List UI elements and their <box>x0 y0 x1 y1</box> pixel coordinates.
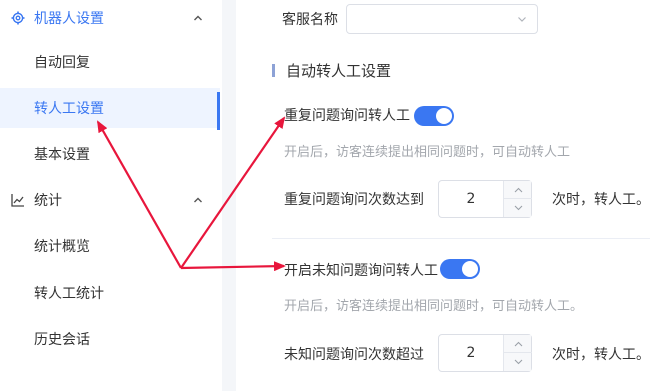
chevron-down-icon <box>514 359 522 365</box>
nav-group-label: 机器人设置 <box>34 11 104 27</box>
sidebar-item-stats-overview[interactable]: 统计概览 <box>0 226 220 266</box>
repeat-count-input[interactable] <box>439 181 503 217</box>
chevron-up-icon <box>194 15 202 21</box>
unknown-hint: 开启后，访客连续提出相同问题时，可自动转人工。 <box>284 299 584 314</box>
gear-icon <box>10 10 26 26</box>
unknown-toggle-label: 开启未知问题询问转人工 <box>284 263 438 279</box>
section-marker <box>272 64 275 77</box>
sidebar-item-history-sessions[interactable]: 历史会话 <box>0 319 220 359</box>
chevron-up-icon <box>514 341 522 346</box>
chevron-up-icon <box>514 187 522 192</box>
sidebar-item-label: 转人工设置 <box>34 101 104 117</box>
sidebar-item-label: 历史会话 <box>34 332 90 348</box>
repeat-count-label: 重复问题询问次数达到 <box>284 192 424 208</box>
section-title: 自动转人工设置 <box>286 62 392 80</box>
sidebar-divider <box>222 0 236 391</box>
chevron-down-icon <box>514 205 522 211</box>
unknown-count-input[interactable] <box>439 335 503 371</box>
sidebar-item-label: 转人工统计 <box>34 286 104 302</box>
increment-button[interactable] <box>504 181 532 199</box>
sidebar-item-label: 基本设置 <box>34 147 90 163</box>
line-chart-icon <box>10 192 26 208</box>
chevron-down-icon <box>518 17 526 22</box>
stepper-controls <box>503 181 532 217</box>
repeat-hint: 开启后，访客连续提出相同问题时，可自动转人工 <box>284 145 571 160</box>
unknown-count-label: 未知问题询问次数超过 <box>284 347 424 363</box>
sidebar-item-auto-reply[interactable]: 自动回复 <box>0 42 220 82</box>
toggle-knob <box>436 108 452 124</box>
chevron-up-icon <box>194 197 202 203</box>
decrement-button[interactable] <box>504 353 532 371</box>
nav-group-label: 统计 <box>34 193 62 209</box>
sidebar-item-transfer-settings[interactable]: 转人工设置 <box>0 88 220 130</box>
decrement-button[interactable] <box>504 199 532 217</box>
agent-name-select[interactable] <box>346 4 538 34</box>
sidebar-item-transfer-stats[interactable]: 转人工统计 <box>0 273 220 313</box>
active-indicator <box>217 92 220 130</box>
sidebar-item-basic-settings[interactable]: 基本设置 <box>0 134 220 174</box>
unknown-transfer-toggle[interactable] <box>440 259 480 279</box>
repeat-suffix: 次时，转人工。 <box>552 192 650 208</box>
repeat-count-stepper[interactable] <box>438 180 532 218</box>
unknown-count-stepper[interactable] <box>438 334 532 372</box>
repeat-transfer-toggle[interactable] <box>414 106 454 126</box>
stepper-controls <box>503 335 532 371</box>
main-panel: 客服名称 自动转人工设置 重复问题询问转人工 开启后，访客连续提出相同问题时，可… <box>236 0 650 391</box>
sidebar-item-label: 自动回复 <box>34 55 90 71</box>
nav-group-statistics[interactable]: 统计 <box>0 182 220 218</box>
nav-group-robot-settings[interactable]: 机器人设置 <box>0 0 220 36</box>
increment-button[interactable] <box>504 335 532 353</box>
toggle-knob <box>462 261 478 277</box>
unknown-suffix: 次时，转人工。 <box>552 347 650 363</box>
section-divider <box>272 238 650 239</box>
sidebar: 机器人设置 自动回复 转人工设置 基本设置 统计 统计概览 转人工统计 历史会话 <box>0 0 220 391</box>
agent-name-label: 客服名称 <box>282 12 338 28</box>
sidebar-item-label: 统计概览 <box>34 239 90 255</box>
repeat-toggle-label: 重复问题询问转人工 <box>284 108 410 124</box>
